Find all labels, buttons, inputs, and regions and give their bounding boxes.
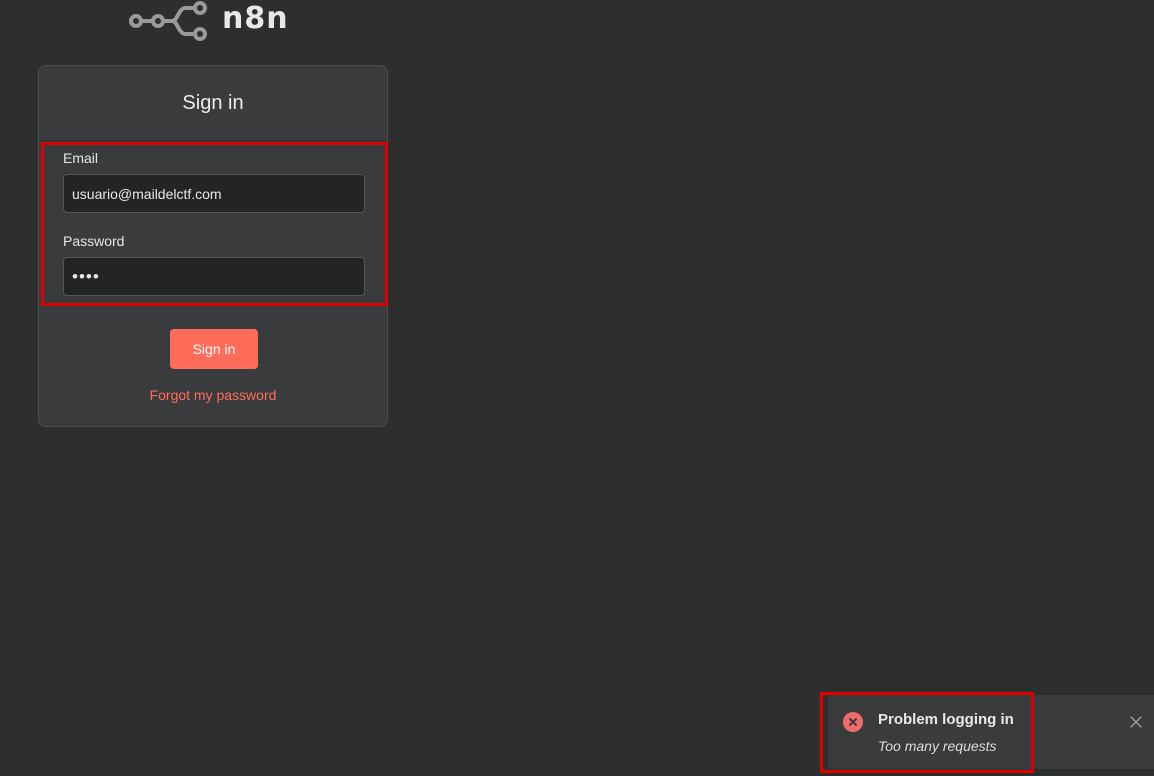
card-divider	[39, 140, 387, 141]
toast-message: Too many requests	[878, 738, 997, 754]
logo: n8n	[128, 0, 289, 42]
signin-card: Sign in Email Password Sign in Forgot my…	[38, 65, 388, 427]
error-toast: Problem logging in Too many requests	[828, 695, 1154, 769]
email-label: Email	[63, 150, 99, 166]
email-field[interactable]	[63, 174, 365, 213]
toast-title: Problem logging in	[878, 711, 1014, 728]
signin-title: Sign in	[182, 92, 244, 114]
n8n-logo-icon	[129, 1, 207, 41]
forgot-password-link[interactable]: Forgot my password	[39, 387, 387, 403]
error-circle-icon	[843, 712, 863, 732]
signin-button[interactable]: Sign in	[170, 329, 258, 369]
brand-name: n8n	[222, 0, 289, 36]
close-icon[interactable]	[1130, 715, 1142, 728]
password-field[interactable]	[63, 257, 365, 296]
password-label: Password	[63, 233, 125, 249]
login-page: n8n Sign in Email Password Sign in Forgo…	[0, 0, 1154, 776]
